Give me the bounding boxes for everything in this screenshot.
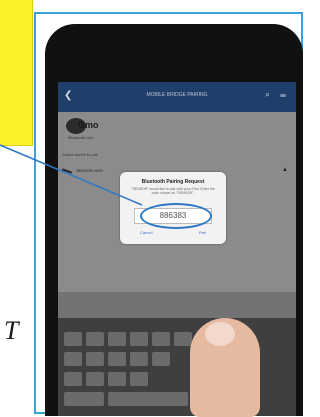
pair-button[interactable]: Pair [199, 230, 206, 235]
keyboard-key[interactable] [86, 332, 104, 346]
keyboard-key[interactable] [64, 392, 104, 406]
italic-letter: T [4, 316, 19, 345]
keyboard-key[interactable] [130, 352, 148, 366]
keyboard [58, 318, 296, 416]
keyboard-key[interactable] [174, 332, 192, 346]
keyboard-key[interactable] [130, 332, 148, 346]
dialog-message: "SENSOR" would like to pair with your iP… [131, 187, 215, 195]
fingernail [205, 322, 235, 346]
cancel-button[interactable]: Cancel [140, 230, 152, 235]
header-action-icons[interactable]: ⌕ ☰ [265, 90, 290, 100]
keyboard-key[interactable] [152, 332, 170, 346]
keyboard-key[interactable] [64, 332, 82, 346]
keyboard-key[interactable] [108, 352, 126, 366]
highlight-oval [140, 203, 212, 229]
header-title: MOBILE BRIDGE PAIRING [146, 92, 208, 98]
section-title: Select device to pair [62, 152, 99, 157]
device-list-item[interactable]: SENSOR-0001 [76, 168, 103, 173]
keyboard-key[interactable] [64, 352, 82, 366]
brand-subtitle: Bluetooth Link [68, 135, 94, 140]
keyboard-key[interactable] [64, 372, 82, 386]
keyboard-key[interactable] [152, 352, 170, 366]
yellow-callout-panel [0, 0, 33, 146]
chevron-left-icon[interactable]: ❮ [64, 90, 72, 101]
brand-logo-text: Gmo [78, 120, 99, 130]
keyboard-key[interactable] [130, 372, 148, 386]
space-key[interactable] [108, 392, 188, 406]
device-icon [61, 168, 73, 174]
app-header: ❮ MOBILE BRIDGE PAIRING ⌕ ☰ [58, 82, 296, 112]
keyboard-key[interactable] [108, 372, 126, 386]
keyboard-key[interactable] [86, 372, 104, 386]
dialog-title: Bluetooth Pairing Request [141, 179, 205, 185]
keyboard-key[interactable] [86, 352, 104, 366]
keyboard-key[interactable] [108, 332, 126, 346]
signal-icon: ▲ [282, 167, 288, 173]
